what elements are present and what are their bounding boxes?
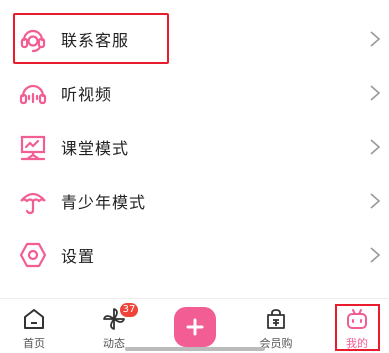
- bottom-tab-bar: 首页 37 动态 会员购 我的: [0, 298, 389, 353]
- tab-dynamic[interactable]: 37 动态: [84, 299, 144, 353]
- shopping-bag-icon: [267, 309, 285, 329]
- tab-home[interactable]: 首页: [4, 299, 64, 353]
- tab-label: 首页: [23, 337, 45, 350]
- classroom-board-icon: [18, 132, 48, 162]
- notification-badge: 37: [120, 303, 138, 317]
- menu-item-settings[interactable]: 设置: [0, 228, 389, 282]
- menu-item-classroom-mode[interactable]: 课堂模式: [0, 120, 389, 174]
- chevron-right-icon: [370, 31, 381, 47]
- umbrella-icon: [18, 186, 48, 216]
- menu-item-contact-service[interactable]: 联系客服: [0, 12, 389, 66]
- chevron-right-icon: [370, 85, 381, 101]
- menu-item-label: 设置: [61, 247, 96, 266]
- settings-menu: 联系客服 听视频 课堂模式 青少年模式 设置: [0, 12, 389, 282]
- menu-item-label: 课堂模式: [61, 139, 130, 158]
- headset-icon: [18, 24, 48, 54]
- menu-item-label: 联系客服: [61, 31, 130, 50]
- menu-item-label: 听视频: [61, 85, 113, 104]
- truncated-text-fragment: [0, 0, 60, 2]
- chevron-right-icon: [370, 247, 381, 263]
- menu-item-label: 青少年模式: [61, 193, 147, 212]
- publish-plus-button[interactable]: [174, 307, 216, 347]
- menu-item-listen-video[interactable]: 听视频: [0, 66, 389, 120]
- gear-icon: [18, 240, 48, 270]
- home-icon: [24, 309, 44, 329]
- chevron-right-icon: [370, 193, 381, 209]
- plus-icon: [186, 318, 204, 336]
- highlight-box: [335, 304, 380, 351]
- menu-item-teen-mode[interactable]: 青少年模式: [0, 174, 389, 228]
- headphones-icon: [18, 78, 48, 108]
- chevron-right-icon: [370, 139, 381, 155]
- home-indicator: [125, 347, 265, 351]
- tab-vip-shop[interactable]: 会员购: [246, 299, 306, 353]
